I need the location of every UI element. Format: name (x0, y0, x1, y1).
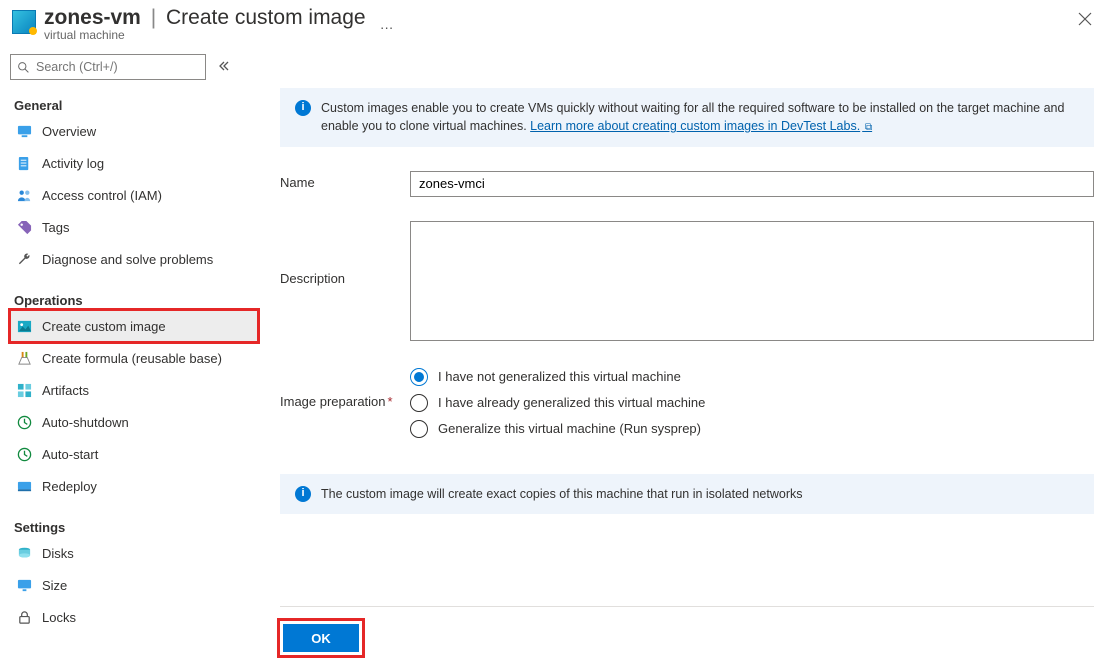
sidebar-item[interactable]: Disks (10, 537, 258, 569)
info-banner-top: i Custom images enable you to create VMs… (280, 88, 1094, 147)
description-textarea[interactable] (410, 221, 1094, 341)
image-preparation-label: Image preparation (280, 394, 386, 409)
search-input[interactable] (34, 59, 199, 75)
sidebar-section-title: Settings (14, 520, 258, 535)
radio-icon (410, 368, 428, 386)
required-asterisk: * (388, 394, 393, 409)
search-input-wrapper[interactable] (10, 54, 206, 80)
image-preparation-option[interactable]: I have not generalized this virtual mach… (410, 368, 1094, 386)
sidebar-section-title: Operations (14, 293, 258, 308)
sidebar-item[interactable]: Activity log (10, 147, 258, 179)
sidebar-item-label: Activity log (42, 156, 104, 171)
sidebar-item[interactable]: Auto-start (10, 438, 258, 470)
sidebar-item-label: Tags (42, 220, 69, 235)
info-banner-bottom: i The custom image will create exact cop… (280, 474, 1094, 514)
sidebar-item-label: Create formula (reusable base) (42, 351, 222, 366)
sidebar-item-label: Create custom image (42, 319, 166, 334)
page-title: zones-vm | Create custom image (44, 6, 366, 30)
collapse-sidebar-button[interactable] (218, 60, 230, 75)
close-button[interactable] (1078, 10, 1092, 31)
external-link-icon: ⧉ (862, 122, 872, 133)
sidebar-item-label: Locks (42, 610, 76, 625)
sidebar-item[interactable]: Diagnose and solve problems (10, 243, 258, 275)
resource-name: zones-vm (44, 6, 141, 29)
close-icon (1078, 12, 1092, 26)
image-preparation-option[interactable]: I have already generalized this virtual … (410, 394, 1094, 412)
flask-icon (16, 350, 32, 366)
image-icon (16, 318, 32, 334)
sidebar-section-title: General (14, 98, 258, 113)
lock-icon (16, 609, 32, 625)
disks-icon (16, 545, 32, 561)
sidebar-item-label: Auto-shutdown (42, 415, 129, 430)
radio-label: Generalize this virtual machine (Run sys… (438, 421, 701, 436)
vm-resource-icon (12, 10, 36, 34)
name-input[interactable] (410, 171, 1094, 197)
wrench-icon (16, 251, 32, 267)
sidebar-item-label: Disks (42, 546, 74, 561)
sidebar-item[interactable]: Redeploy (10, 470, 258, 502)
radio-label: I have already generalized this virtual … (438, 395, 705, 410)
artifacts-icon (16, 382, 32, 398)
sidebar-item[interactable]: Create formula (reusable base) (10, 342, 258, 374)
search-icon (17, 61, 30, 74)
sidebar-item[interactable]: Tags (10, 211, 258, 243)
sidebar-item[interactable]: Artifacts (10, 374, 258, 406)
ok-button[interactable]: OK (283, 624, 359, 652)
redeploy-icon (16, 478, 32, 494)
log-icon (16, 155, 32, 171)
sidebar-item[interactable]: Auto-shutdown (10, 406, 258, 438)
sidebar-item-label: Overview (42, 124, 96, 139)
sidebar-item-label: Access control (IAM) (42, 188, 162, 203)
name-label: Name (280, 171, 410, 190)
sidebar-item[interactable]: Size (10, 569, 258, 601)
info-icon: i (295, 486, 311, 502)
resource-type-subtitle: virtual machine (44, 28, 366, 42)
clock-icon (16, 414, 32, 430)
people-icon (16, 187, 32, 203)
more-actions-button[interactable]: … (380, 16, 395, 32)
sidebar-item-label: Artifacts (42, 383, 89, 398)
description-label: Description (280, 221, 410, 286)
sidebar-item[interactable]: Locks (10, 601, 258, 633)
tag-icon (16, 219, 32, 235)
sidebar-item-label: Diagnose and solve problems (42, 252, 213, 267)
blade-title: Create custom image (166, 6, 366, 29)
sidebar-item-label: Size (42, 578, 67, 593)
radio-icon (410, 394, 428, 412)
monitor-icon (16, 123, 32, 139)
sidebar-item[interactable]: Create custom image (10, 310, 258, 342)
info-banner-bottom-text: The custom image will create exact copie… (321, 485, 802, 503)
learn-more-link[interactable]: Learn more about creating custom images … (530, 119, 872, 133)
image-preparation-option[interactable]: Generalize this virtual machine (Run sys… (410, 420, 1094, 438)
radio-label: I have not generalized this virtual mach… (438, 369, 681, 384)
info-icon: i (295, 100, 311, 116)
radio-icon (410, 420, 428, 438)
clock-icon (16, 446, 32, 462)
size-icon (16, 577, 32, 593)
sidebar-item-label: Auto-start (42, 447, 98, 462)
chevron-double-left-icon (218, 60, 230, 72)
sidebar-item-label: Redeploy (42, 479, 97, 494)
sidebar-item[interactable]: Access control (IAM) (10, 179, 258, 211)
sidebar-item[interactable]: Overview (10, 115, 258, 147)
